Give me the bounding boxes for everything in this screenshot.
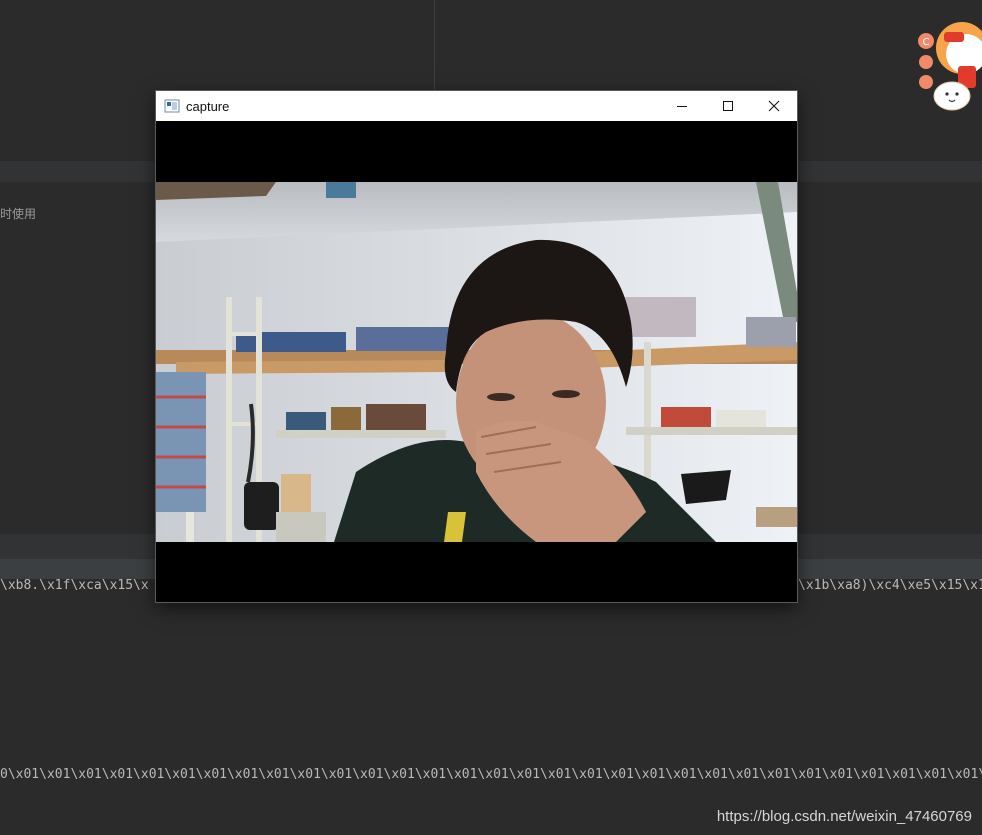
mascot-sticker-icon: C (918, 22, 982, 111)
minimize-button[interactable] (659, 91, 705, 121)
editor-hint-text: 时使用 (0, 207, 37, 221)
window-app-icon (164, 99, 180, 113)
maximize-button[interactable] (705, 91, 751, 121)
close-icon (768, 100, 780, 112)
watermark-text: https://blog.csdn.net/weixin_47460769 (716, 808, 972, 825)
capture-window[interactable]: capture (156, 91, 797, 602)
console-line-left: \xb8.\x1f\xca\x15\x (0, 578, 149, 593)
maximize-icon (723, 101, 733, 111)
console-line-right: \x1b\xa8)\xc4\xe5\x15\x1 (798, 578, 982, 593)
video-display (156, 121, 797, 602)
window-title: capture (186, 98, 230, 114)
minimize-icon (677, 106, 687, 107)
window-controls (659, 91, 797, 121)
console-output-line: 0\x01\x01\x01\x01\x01\x01\x01\x01\x01\x0… (0, 767, 982, 782)
window-titlebar[interactable]: capture (156, 91, 797, 121)
webcam-frame-image (156, 182, 797, 542)
desktop: 时使用 \xb8.\x1f\xca\x15\x \x1b\xa8)\xc4\xe… (0, 0, 982, 835)
editor-split-divider[interactable] (434, 0, 435, 92)
mascot-badge-c: C (923, 37, 930, 48)
close-button[interactable] (751, 91, 797, 121)
